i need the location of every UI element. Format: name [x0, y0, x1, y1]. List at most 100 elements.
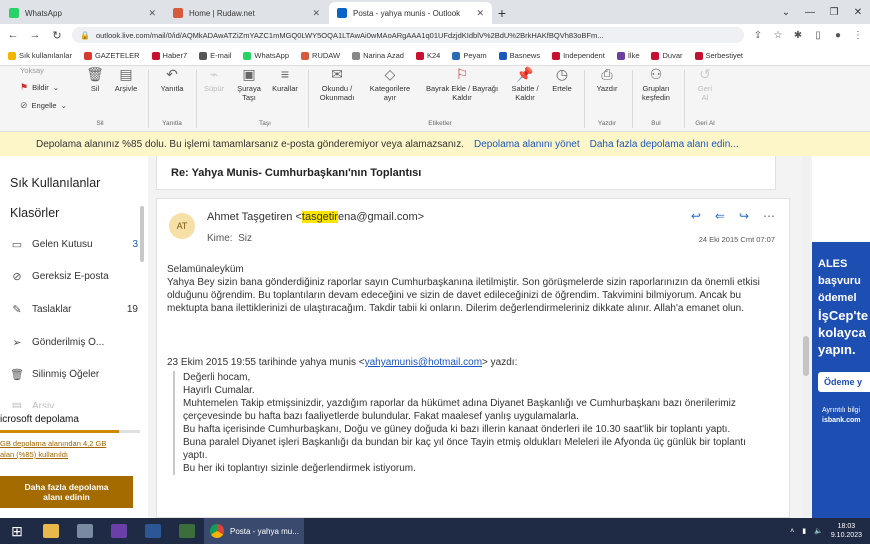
bookmark-item[interactable]: RUDAW	[301, 51, 340, 60]
read-unread-button[interactable]: ✉ Okundu / Okunmadı	[312, 66, 362, 102]
sidebar-item-junk[interactable]: ⊘ Gereksiz E-posta	[10, 270, 138, 283]
scrollbar-thumb[interactable]	[803, 336, 809, 376]
sidebar-scrollbar[interactable]	[140, 206, 144, 262]
block-button[interactable]: ⊘ Engelle ⌄	[20, 100, 67, 111]
close-window-icon[interactable]: ✕	[846, 7, 870, 18]
maximize-icon[interactable]: ❐	[822, 7, 846, 18]
reading-pane-scrollbar[interactable]	[802, 156, 810, 518]
tab-whatsapp[interactable]: WhatsApp ✕	[1, 2, 164, 24]
reply-all-icon[interactable]: ⇐	[715, 209, 725, 223]
ad-cta-button[interactable]: Ödeme y	[818, 372, 870, 392]
manage-storage-link[interactable]: Depolama alanını yönet	[474, 139, 580, 150]
more-options-icon[interactable]: ⋯	[763, 209, 775, 223]
app-icon[interactable]	[170, 518, 204, 544]
star-icon[interactable]: ☆	[772, 30, 784, 41]
undo-button[interactable]: ↺ Geri Al	[688, 66, 722, 102]
windows-start-icon[interactable]: ⊞	[0, 518, 34, 544]
volume-icon[interactable]: 🔈	[814, 527, 823, 535]
tab-outlook[interactable]: Posta - yahya munis - Outlook ✕	[329, 2, 492, 24]
share-icon[interactable]: ⇪	[752, 30, 764, 41]
explorer-icon[interactable]	[34, 518, 68, 544]
bookmark-item[interactable]: Duvar	[651, 51, 683, 60]
reply-icon[interactable]: ↩	[691, 209, 701, 223]
back-icon[interactable]: ←	[6, 29, 20, 41]
bookmark-item[interactable]: Sık kullanılanlar	[8, 51, 72, 60]
forward-icon[interactable]: →	[28, 29, 42, 41]
bookmark-icon	[352, 51, 361, 60]
reload-icon[interactable]: ↻	[50, 29, 64, 42]
minimize-icon[interactable]: —	[798, 7, 822, 18]
report-button[interactable]: ⚑ Bildir ⌄	[20, 82, 59, 93]
undo-label: Geri Al	[697, 84, 713, 102]
extensions-icon[interactable]: ✱	[792, 30, 804, 41]
advertisement-panel[interactable]: ALES başvuru ödemel İşCep'te kolayca yap…	[812, 156, 870, 518]
quoted-email-link[interactable]: yahyamunis@hotmail.com	[365, 357, 482, 368]
bookmark-item[interactable]: Basnews	[498, 51, 540, 60]
sidepanel-icon[interactable]: ▯	[812, 30, 824, 41]
clock[interactable]: 18:03 9.10.2023	[831, 522, 862, 540]
to-value[interactable]: Siz	[238, 233, 252, 244]
sidebar-item-deleted[interactable]: 🗑 Silinmiş Öğeler	[10, 368, 138, 381]
archive-button[interactable]: ▤ Arşivle	[110, 66, 142, 93]
bookmark-item[interactable]: Peyam	[452, 51, 487, 60]
move-to-button[interactable]: ▣ Şuraya Taşı	[230, 66, 268, 102]
profile-icon[interactable]: ●	[832, 30, 844, 41]
tab-rudaw[interactable]: Home | Rudaw.net ✕	[165, 2, 328, 24]
new-tab-button[interactable]: +	[492, 2, 512, 24]
chevron-up-icon[interactable]: ˄	[790, 528, 794, 535]
bookmark-icon	[301, 51, 310, 60]
pin-button[interactable]: 📌 Sabitle / Kaldır	[508, 66, 542, 102]
bookmark-item[interactable]: Haber7	[151, 51, 187, 60]
get-more-storage-link[interactable]: Daha fazla depolama alanı edin...	[590, 139, 739, 150]
reply-button[interactable]: ↶ Yanıtla	[154, 66, 190, 93]
forward-icon[interactable]: ↪	[739, 209, 749, 223]
storage-usage-fill	[0, 430, 119, 433]
app-icon[interactable]	[68, 518, 102, 544]
sidebar-item-sent[interactable]: ➢ Gönderilmiş Ö...	[10, 336, 138, 349]
network-icon[interactable]: ▮	[802, 527, 806, 535]
sender[interactable]: Ahmet Taşgetiren <tasgetirena@gmail.com>	[207, 211, 424, 223]
bookmark-item[interactable]: E-mail	[199, 51, 231, 60]
bookmark-item[interactable]: GAZETELER	[83, 51, 140, 60]
chevron-down-icon[interactable]: ⌄	[774, 7, 798, 18]
ad-small-text: Ayrıntılı bilgi	[822, 407, 860, 414]
close-icon[interactable]: ✕	[148, 8, 156, 19]
discover-groups-button[interactable]: ⚇ Grupları keşfedin	[636, 66, 676, 102]
bookmark-item[interactable]: İlke	[616, 51, 639, 60]
delete-button[interactable]: 🗑 Sil	[82, 66, 108, 93]
bookmark-label: Peyam	[463, 51, 487, 60]
bookmark-item[interactable]: K24	[415, 51, 440, 60]
rules-button[interactable]: ≡ Kurallar	[268, 66, 302, 93]
bookmark-item[interactable]: Serbestiyet	[694, 51, 743, 60]
taskbar-chrome-item[interactable]: Posta - yahya mu...	[204, 518, 304, 544]
folder-icon	[8, 51, 16, 60]
flag-button[interactable]: ⚐ Bayrak Ekle / Bayrağı Kaldır	[416, 66, 508, 102]
sweep-button[interactable]: ⌁ Süpür	[200, 66, 228, 93]
get-more-storage-button[interactable]: Daha fazla depolama alanı edinin	[0, 476, 133, 508]
categorize-button[interactable]: ◇ Kategorilere ayır	[364, 66, 416, 102]
print-button[interactable]: ⎙ Yazdır	[590, 66, 624, 93]
bookmark-label: WhatsApp	[254, 51, 290, 60]
ignore-button[interactable]: Yoksay	[20, 66, 44, 75]
snooze-button[interactable]: ◷ Ertele	[546, 66, 578, 93]
avatar[interactable]: AT	[169, 213, 195, 239]
media-player-icon[interactable]	[102, 518, 136, 544]
storage-panel: icrosoft depolama GB depolama alanından …	[0, 408, 148, 518]
printer-icon: ⎙	[601, 66, 613, 82]
folders-heading[interactable]: Klasörler	[10, 206, 59, 220]
word-icon[interactable]	[136, 518, 170, 544]
quote-line: Bu her iki toplantıyı sizinle değerlendi…	[183, 463, 416, 474]
sidebar-item-inbox[interactable]: ▭ Gelen Kutusu 3	[10, 238, 138, 251]
storage-usage-link[interactable]: GB depolama alanından 4,2 GB alan (%85) …	[0, 438, 140, 460]
whatsapp-icon	[9, 8, 19, 18]
favorites-heading[interactable]: Sık Kullanılanlar	[10, 176, 100, 190]
close-icon[interactable]: ✕	[476, 8, 484, 19]
url-input[interactable]: 🔒 outlook.live.com/mail/0/id/AQMkADAwATZ…	[72, 27, 744, 43]
sidebar-item-drafts[interactable]: ✎ Taslaklar 19	[10, 303, 138, 316]
menu-icon[interactable]: ⋮	[852, 30, 864, 41]
bookmark-item[interactable]: Narina Azad	[352, 51, 404, 60]
bookmark-item[interactable]: WhatsApp	[243, 51, 289, 60]
sent-icon: ➢	[12, 337, 22, 349]
close-icon[interactable]: ✕	[312, 8, 320, 19]
bookmark-item[interactable]: Independent	[552, 51, 605, 60]
